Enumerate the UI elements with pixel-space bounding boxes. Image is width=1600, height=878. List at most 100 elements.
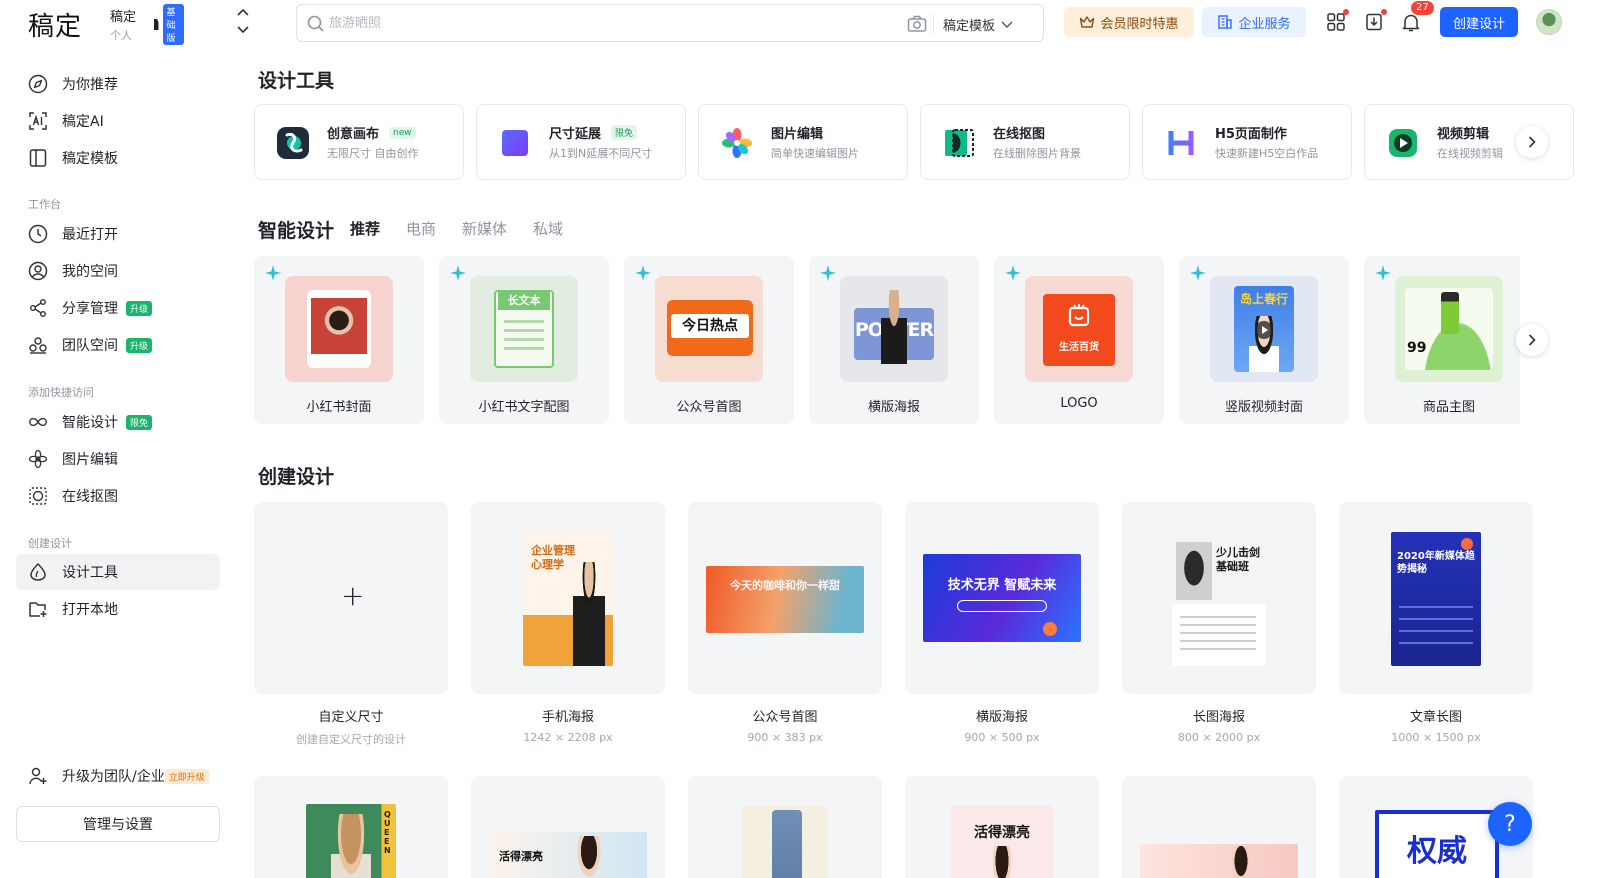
vip-promo-button[interactable]: 会员限时特惠 [1064,7,1194,37]
sparkle-icon [265,265,281,281]
help-button[interactable]: ? [1488,802,1532,846]
red-dot [1381,9,1387,15]
folder-plus-icon [28,599,48,619]
sidebar-item-team-space[interactable]: 团队空间 升级 [16,327,220,363]
tool-card-image-edit[interactable]: 图片编辑 简单快速编辑图片 [698,104,908,180]
download-icon [1366,13,1382,31]
create-name: 自定义尺寸 [318,710,384,725]
tool-desc: 从1到N延展不同尺寸 [549,147,653,160]
sidebar-item-design-tools[interactable]: 设计工具 [16,554,220,590]
tool-desc: 简单快速编辑图片 [771,147,859,160]
thumbnail: 生活百货 [1025,276,1133,382]
tab-private-domain[interactable]: 私域 [533,218,563,239]
thumb-text: 今日热点 [671,314,749,338]
manage-settings-button[interactable]: 管理与设置 [16,806,220,842]
smart-card-xhs-cover[interactable]: 小红书封面 [254,256,424,424]
sidebar-item-templates[interactable]: 稿定模板 [16,140,220,176]
tool-card-size-extend[interactable]: 尺寸延展 限免 从1到N延展不同尺寸 [476,104,686,180]
smart-card-vertical-video-cover[interactable]: 岛上春行 竖版视频封面 [1179,256,1349,424]
tool-desc: 快速新建H5空白作品 [1215,147,1319,160]
tab-ecommerce[interactable]: 电商 [406,218,436,239]
team-icon [28,335,48,355]
workspace-type: 个人 [110,29,132,42]
sidebar-item-upgrade-team[interactable]: 升级为团队/企业 立即升级 [16,758,220,794]
workspace-switcher[interactable]: 稿定 基础版 个人 [110,4,185,45]
avatar[interactable] [1536,9,1562,35]
smart-card-label: 小红书封面 [306,400,372,415]
thumb-text: 活得漂亮 [499,850,543,863]
chevron-down-icon [1001,21,1013,28]
template-card[interactable]: 活得漂亮 [905,776,1099,878]
search-icon [307,15,324,32]
tool-card-h5[interactable]: H5页面制作 快速新建H5空白作品 [1142,104,1352,180]
apps-grid-button[interactable] [1324,9,1349,34]
section-title-create: 创建设计 [28,537,72,550]
template-card[interactable]: 活得漂亮 [471,776,665,878]
template-card[interactable] [1122,776,1316,878]
sidebar-item-smart-design[interactable]: 智能设计 限免 [16,404,220,440]
sidebar-item-my-space[interactable]: 我的空间 [16,253,220,289]
sidebar-item-cutout[interactable]: 在线抠图 [16,478,220,514]
create-card-horizontal-poster[interactable]: 技术无界 智赋未来 [905,502,1099,694]
section-heading-smart-design: 智能设计 [258,220,335,242]
enterprise-service-button[interactable]: 企业服务 [1202,7,1306,37]
sidebar-item-label: 为你推荐 [62,77,118,93]
smart-design-next-button[interactable] [1516,324,1548,356]
building-icon [1218,15,1233,29]
smart-card-logo[interactable]: 生活百货 LOGO [994,256,1164,424]
search-input[interactable] [329,12,869,34]
ai-icon [28,111,48,131]
smart-card-label: 商品主图 [1422,400,1475,415]
sidebar-item-label: 稿定AI [62,114,104,130]
download-button[interactable] [1362,9,1387,34]
smart-card-horizontal-poster[interactable]: POSTER 横版海报 [809,256,979,424]
smart-card-xhs-text[interactable]: 长文本 小红书文字配图 [439,256,609,424]
tool-card-cutout[interactable]: 在线抠图 在线删除图片背景 [920,104,1130,180]
notification-button[interactable]: 27 [1399,1,1434,34]
search-scope-dropdown[interactable]: 稿定模板 [943,15,1013,34]
template-icon [28,148,48,168]
main-content: 设计工具 创意画布 new 无限尺寸 自由创作 尺寸延展 限免 从1到N延展不同尺寸… [234,46,1600,878]
creative-canvas-icon [277,127,309,159]
upgrade-tag: 升级 [126,300,153,316]
sidebar-item-ai[interactable]: 稿定AI [16,103,220,139]
tab-recommend[interactable]: 推荐 [350,218,380,239]
create-card-article-long-image[interactable]: 2020年新媒体趋势揭秘 [1339,502,1533,694]
sidebar-item-image-edit[interactable]: 图片编辑 [16,441,220,477]
create-size: 1000 × 1500 px [1391,731,1481,744]
create-size: 900 × 383 px [747,731,823,744]
section-title-quick-access: 添加快捷访问 [28,386,94,399]
sidebar-item-label: 设计工具 [62,565,118,581]
create-card-wechat-header[interactable]: 今天的咖啡和你一样甜 [688,502,882,694]
template-card[interactable]: QUEEN [254,776,448,878]
tab-new-media[interactable]: 新媒体 [462,218,507,239]
document-icon [154,19,159,30]
template-card[interactable] [688,776,882,878]
sidebar-item-share[interactable]: 分享管理 升级 [16,290,220,326]
smart-design-tabs: 推荐 电商 新媒体 私域 [350,218,563,239]
camera-icon[interactable] [907,15,927,33]
sidebar-item-open-local[interactable]: 打开本地 [16,591,220,627]
tool-card-creative-canvas[interactable]: 创意画布 new 无限尺寸 自由创作 [254,104,464,180]
create-card-long-poster[interactable]: 少儿击剑基础班 [1122,502,1316,694]
create-card-custom-size[interactable]: + [254,502,448,694]
sidebar-item-recommend[interactable]: 为你推荐 [16,66,220,102]
search-bar: 稿定模板 [296,4,1044,42]
sparkle-icon [635,265,651,281]
sidebar-item-recent[interactable]: 最近打开 [16,216,220,252]
thumb-text: 活得漂亮 [974,825,1030,841]
smart-card-wechat-header[interactable]: 今日热点 公众号首图 [624,256,794,424]
create-name: 横版海报 [975,710,1028,725]
create-card-mobile-poster[interactable]: 企业管理心理学 [471,502,665,694]
template-preview: 活得漂亮 [489,832,647,878]
app-logo[interactable]: 稿定 [28,6,82,43]
create-design-button[interactable]: 创建设计 [1440,7,1518,37]
workspace-switch-button[interactable] [236,8,250,34]
upgrade-now-tag: 立即升级 [164,768,209,784]
tools-next-button[interactable] [1516,126,1548,158]
design-tool-icon [28,562,48,582]
thumb-text: 岛上春行 [1239,292,1288,306]
sparkle-icon [1375,265,1391,281]
smart-card-product-main[interactable]: 99 商品主图 [1364,256,1520,424]
grid-icon [1327,13,1345,31]
